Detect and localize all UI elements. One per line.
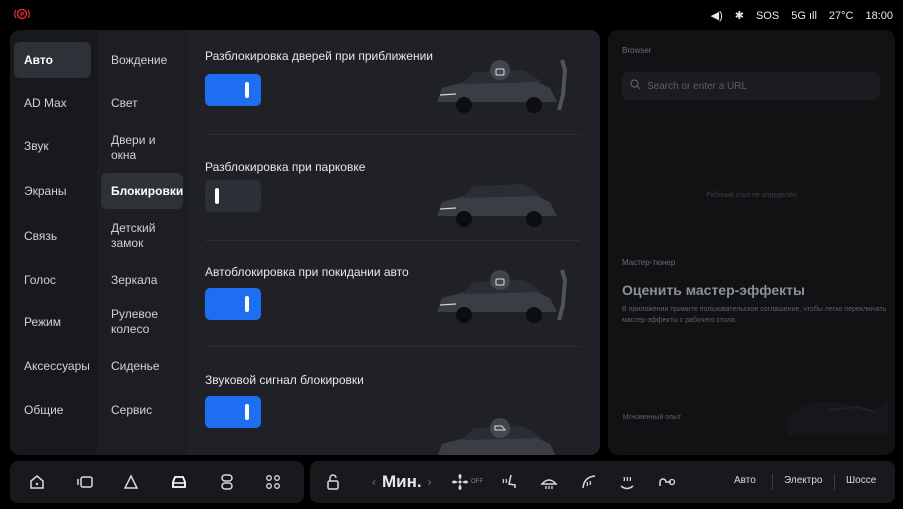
menu-item-mode[interactable]: Режим [14, 304, 91, 340]
setting-label: Разблокировка при парковке [205, 160, 366, 174]
grid-icon[interactable] [262, 471, 284, 493]
mode-separator [834, 474, 835, 490]
svg-text:P: P [20, 12, 25, 19]
submenu-item-lights[interactable]: Свет [101, 85, 183, 121]
volume-icon[interactable]: ◀) [711, 9, 723, 22]
submenu-item-seat[interactable]: Сиденье [101, 348, 183, 384]
master-effects-description: В приложении примите пользовательское со… [622, 306, 887, 324]
signal-indicator: 5G ıll [791, 9, 817, 22]
toggle-switch[interactable] [205, 180, 261, 212]
menu-item-auto[interactable]: Авто [14, 42, 91, 78]
setting-lock-sound: Звуковой сигнал блокировки [187, 346, 600, 455]
apps-icon[interactable] [216, 471, 238, 493]
submenu-item-child-lock[interactable]: Детский замок [101, 216, 183, 256]
sos-button[interactable]: SOS [756, 10, 779, 22]
submenu-item-steering[interactable]: Рулевое колесо [101, 302, 183, 342]
toggle-knob [215, 188, 219, 204]
navigation-icon[interactable] [120, 471, 142, 493]
locks-settings: Разблокировка дверей при приближении Раз… [187, 30, 600, 455]
parking-brake-icon: P [14, 8, 30, 23]
steering-heating-icon[interactable] [616, 471, 638, 493]
drive-mode-highway[interactable]: Шоссе [846, 475, 876, 486]
temperature-increase-icon[interactable]: › [428, 475, 432, 489]
menu-item-accessories[interactable]: Аксессуары [14, 348, 91, 384]
master-tuner-title: Мастер-тюнер [622, 258, 676, 267]
car-illustration [438, 418, 556, 455]
toggle-switch[interactable] [205, 396, 261, 428]
outside-temperature: 27°C [828, 9, 854, 22]
landscape-decoration [788, 400, 888, 435]
menu-item-screens[interactable]: Экраны [14, 173, 91, 209]
fan-state: OFF [471, 479, 483, 485]
temperature-decrease-icon[interactable]: ‹ [372, 475, 376, 489]
master-effects-heading[interactable]: Оценить мастер-эффекты [622, 282, 805, 298]
status-bar: P ◀) ✱ SOS 5G ıll 27°C 18:00 [0, 0, 903, 30]
browser-title: Browser [622, 46, 652, 55]
drive-mode-electric[interactable]: Электро [784, 475, 822, 486]
rear-defrost-icon[interactable] [538, 471, 560, 493]
fan-icon[interactable]: OFF [450, 471, 484, 493]
submenu-item-doors-windows[interactable]: Двери и окна [101, 128, 183, 168]
widget-panel: Browser Search or enter a URL Рабочий ст… [608, 30, 895, 455]
menu-item-sound[interactable]: Звук [14, 128, 91, 164]
primary-menu: Авто AD Max Звук Экраны Связь Голос Режи… [10, 30, 97, 455]
climate-bar: ‹ Мин. › OFF Авто Электро Шоссе [310, 461, 895, 503]
search-icon [630, 79, 641, 93]
submenu-item-driving[interactable]: Вождение [101, 42, 183, 78]
car-illustration [437, 269, 568, 323]
setting-label: Звуковой сигнал блокировки [205, 373, 364, 387]
setting-auto-lock-on-leave: Автоблокировка при покидании авто [187, 240, 600, 346]
clock: 18:00 [865, 9, 893, 22]
instant-experience-label[interactable]: Мгновенный опыт [622, 412, 682, 423]
media-icon[interactable] [74, 471, 96, 493]
signal-bars-icon: ıll [805, 9, 817, 22]
menu-item-voice[interactable]: Голос [14, 262, 91, 298]
toggle-knob [245, 404, 249, 420]
drive-mode-auto[interactable]: Авто [734, 475, 756, 486]
toggle-knob [245, 296, 249, 312]
toggle-knob [245, 82, 249, 98]
temperature-control: ‹ Мин. › [372, 472, 432, 492]
home-icon[interactable] [26, 471, 48, 493]
setting-label: Разблокировка дверей при приближении [205, 49, 434, 63]
bluetooth-icon[interactable]: ✱ [735, 9, 744, 22]
car-illustration [437, 184, 557, 227]
toggle-switch[interactable] [205, 74, 261, 106]
settings-panel: Авто AD Max Звук Экраны Связь Голос Режи… [10, 30, 600, 455]
search-placeholder: Search or enter a URL [647, 80, 748, 92]
car-icon[interactable] [168, 471, 190, 493]
windshield-heating-icon[interactable] [578, 471, 600, 493]
submenu-item-mirrors[interactable]: Зеркала [101, 262, 183, 298]
lock-icon[interactable] [322, 471, 344, 493]
menu-item-general[interactable]: Общие [14, 392, 91, 428]
menu-item-connection[interactable]: Связь [14, 218, 91, 254]
menu-item-ad-max[interactable]: AD Max [14, 85, 91, 121]
setting-label: Автоблокировка при покидании авто [205, 265, 409, 279]
app-dock [10, 461, 304, 503]
submenu-item-locks[interactable]: Блокировки [101, 173, 183, 209]
mode-separator [772, 474, 773, 490]
browser-empty-message: Рабочий стол не определён [706, 192, 797, 199]
car-illustration [437, 59, 568, 113]
toggle-switch[interactable] [205, 288, 261, 320]
secondary-menu: Вождение Свет Двери и окна Блокировки Де… [97, 30, 187, 455]
seat-heating-icon[interactable] [498, 471, 520, 493]
setting-unlock-on-parking: Разблокировка при парковке [187, 134, 600, 240]
air-circulation-icon[interactable] [656, 471, 678, 493]
submenu-item-service[interactable]: Сервис [101, 392, 183, 428]
temperature-value: Мин. [382, 472, 422, 491]
browser-search-input[interactable]: Search or enter a URL [622, 72, 880, 100]
setting-unlock-on-approach: Разблокировка дверей при приближении [187, 30, 600, 134]
